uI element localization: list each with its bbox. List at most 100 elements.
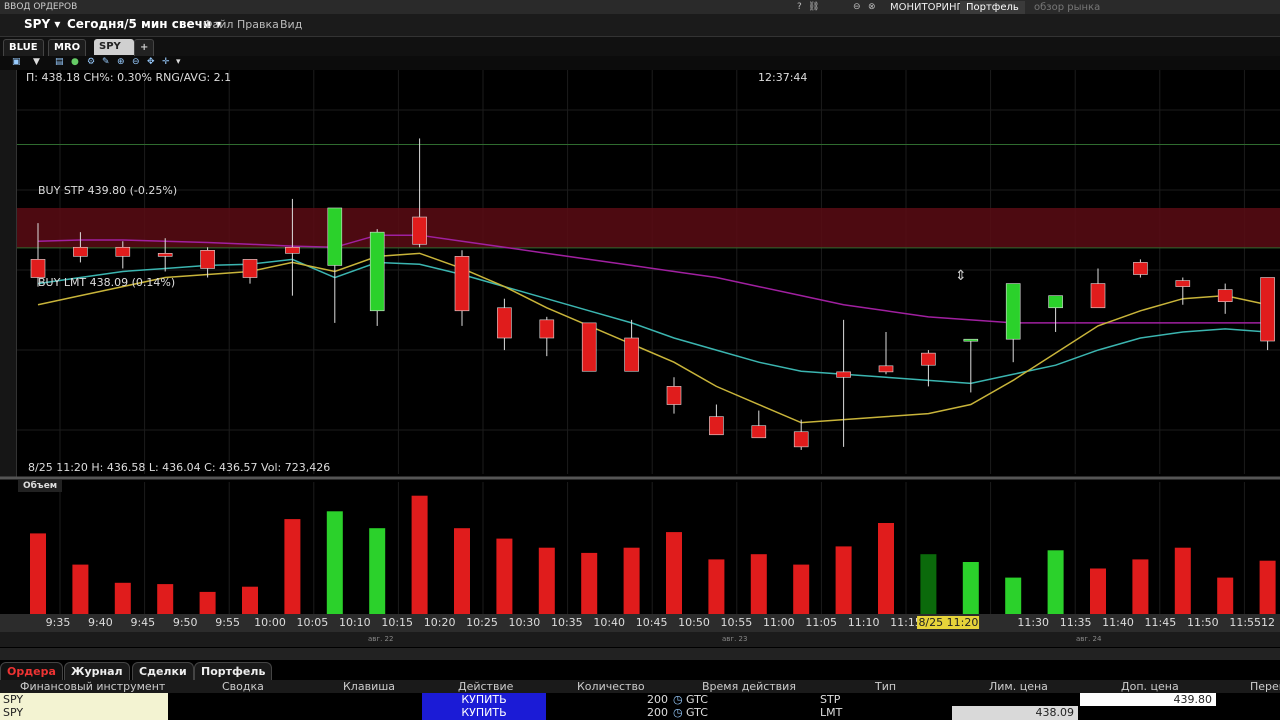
volume-bar (242, 586, 258, 614)
tab-market-overview[interactable]: обзор рынка (1028, 1, 1106, 14)
col-instrument[interactable]: Финансовый инструмент (20, 680, 165, 693)
clock-icon: ◷ (673, 693, 683, 706)
period-selector[interactable]: Сегодня/5 мин свечи ▾ (67, 17, 221, 31)
volume-bar (1005, 577, 1022, 614)
col-quantity[interactable]: Количество (577, 680, 645, 693)
tab-monitoring[interactable]: МОНИТОРИНГ (884, 1, 969, 14)
candle-body (709, 416, 724, 436)
price-chart[interactable] (0, 70, 1280, 614)
menu-file[interactable]: Файл (203, 18, 233, 31)
time-tick: 11:10 (847, 616, 880, 629)
volume-bar (454, 528, 470, 614)
time-axis[interactable]: 9:35 9:40 9:45 9:50 9:55 10:00 10:05 10:10 10:15… (0, 614, 1280, 632)
order-lmt[interactable]: 438.09 (952, 706, 1078, 720)
order-type[interactable]: STP (820, 693, 840, 706)
buy-stop-label[interactable]: BUY STP 439.80 (-0.25%) (38, 184, 177, 197)
settings-icon[interactable]: ⚙ (87, 57, 95, 67)
chart-tab-spy[interactable]: SPY (94, 39, 134, 55)
col-action[interactable]: Действие (458, 680, 513, 693)
candle-body (624, 337, 639, 372)
volume-bar (1259, 560, 1276, 614)
time-tick: 9:45 (130, 616, 156, 629)
volume-bar (114, 582, 131, 614)
zoom-in-icon[interactable]: ⊕ (117, 57, 125, 67)
chart-grid (17, 70, 1280, 614)
order-symbol[interactable]: SPY (0, 693, 168, 706)
date-tick: авг. 23 (722, 635, 748, 643)
tab-journal[interactable]: Журнал (64, 662, 130, 681)
buy-limit-label[interactable]: BUY LMT 438.09 (0.14%) (38, 276, 175, 289)
moving-averages (37, 234, 1268, 424)
order-qty[interactable]: 200 (560, 706, 668, 719)
col-hotkey[interactable]: Клавиша (343, 680, 395, 693)
candle-body (1175, 280, 1191, 287)
col-limit-price[interactable]: Лим. цена (989, 680, 1048, 693)
tab-portfolio[interactable]: Портфель (960, 1, 1025, 14)
candle-body (30, 259, 46, 278)
volume-bar (793, 564, 810, 614)
order-tabs: Ордера Журнал Сделки Портфель (0, 660, 1280, 681)
candle-body (793, 431, 809, 448)
candle-body (157, 253, 173, 257)
volume-bar (199, 591, 216, 614)
clock: 12:37:44 (758, 71, 808, 84)
volume-bars (30, 495, 1276, 614)
volume-bar (708, 559, 725, 614)
chart-tab-mro[interactable]: MRO (48, 39, 87, 57)
time-tick: 9:35 (45, 616, 71, 629)
move-icon[interactable]: ✥ (147, 57, 155, 67)
volume-bar (1174, 547, 1191, 614)
symbol-selector[interactable]: SPY ▾ (24, 17, 60, 31)
layout-icon[interactable]: ▤ (55, 57, 64, 67)
col-summary[interactable]: Сводка (222, 680, 264, 693)
order-symbol[interactable]: SPY (0, 706, 168, 720)
order-qty[interactable]: 200 (560, 693, 668, 706)
tab-orders[interactable]: Ордера (0, 662, 63, 681)
time-tick: 8/25 11:20 (917, 616, 980, 629)
zoom-out-icon[interactable]: ⊖ (132, 57, 140, 67)
menu-view[interactable]: Вид (280, 18, 302, 31)
order-type[interactable]: LMT (820, 706, 842, 719)
order-row[interactable]: SPY КУПИТЬ 200 ◷ GTC STP 439.80 (0, 693, 1280, 706)
candle-body (581, 322, 597, 372)
order-aux[interactable]: 439.80 (1080, 693, 1216, 706)
close-icon[interactable]: ⊗ (868, 2, 876, 12)
ohlc-readout: 8/25 11:20 H: 436.58 L: 436.04 C: 436.57… (28, 461, 331, 474)
ma-cyan-line (37, 258, 1268, 385)
tab-portfolio-orders[interactable]: Портфель (194, 662, 273, 681)
volume-bar (920, 554, 937, 614)
drag-handle-icon[interactable]: ⇕ (955, 268, 967, 284)
minimize-icon[interactable]: ⊖ (853, 2, 861, 12)
order-tif[interactable]: GTC (686, 706, 708, 719)
time-tick: 10:55 (720, 616, 753, 629)
volume-bar (835, 546, 852, 614)
window-title: ВВОД ОРДЕРОВ (4, 2, 78, 12)
candle-body (327, 207, 343, 266)
save-icon[interactable]: ▣ (12, 57, 21, 67)
candle-body (412, 216, 427, 245)
indicator-icon[interactable]: ● (71, 57, 79, 67)
panel-divider[interactable] (0, 648, 1280, 660)
time-tick: 10:50 (678, 616, 710, 629)
crosshair-icon[interactable]: ✛ (162, 57, 170, 67)
col-tif[interactable]: Время действия (702, 680, 796, 693)
filter-icon[interactable]: ▼ (33, 57, 40, 67)
order-row[interactable]: SPY КУПИТЬ 200 ◷ GTC LMT 438.09 (0, 706, 1280, 720)
pen-icon[interactable]: ✎ (102, 57, 110, 67)
col-type[interactable]: Тип (875, 680, 896, 693)
tab-trades[interactable]: Сделки (132, 662, 194, 681)
chart-tab-blue[interactable]: BLUE (3, 39, 44, 57)
order-tif[interactable]: GTC (686, 693, 708, 706)
volume-bar (496, 538, 513, 614)
col-aux-price[interactable]: Доп. цена (1121, 680, 1179, 693)
col-transmit[interactable]: Перев (1250, 680, 1280, 693)
more-dropdown-icon[interactable]: ▾ (176, 57, 181, 67)
order-action[interactable]: КУПИТЬ (422, 706, 546, 720)
order-action[interactable]: КУПИТЬ (422, 693, 546, 706)
candle-body (369, 231, 385, 312)
add-chart-tab-button[interactable]: + (134, 39, 155, 57)
link-icon[interactable]: ⛓ (808, 2, 819, 12)
volume-bar (30, 533, 46, 614)
help-icon[interactable]: ? (797, 2, 802, 12)
menu-edit[interactable]: Правка (237, 18, 279, 31)
